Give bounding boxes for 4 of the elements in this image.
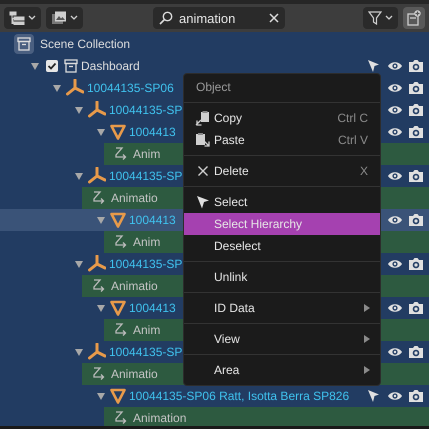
- shortcut-label: Ctrl V: [338, 133, 368, 147]
- shortcut-label: Ctrl C: [337, 111, 368, 125]
- menu-title: Object: [195, 79, 232, 96]
- shortcut-label: X: [360, 164, 368, 178]
